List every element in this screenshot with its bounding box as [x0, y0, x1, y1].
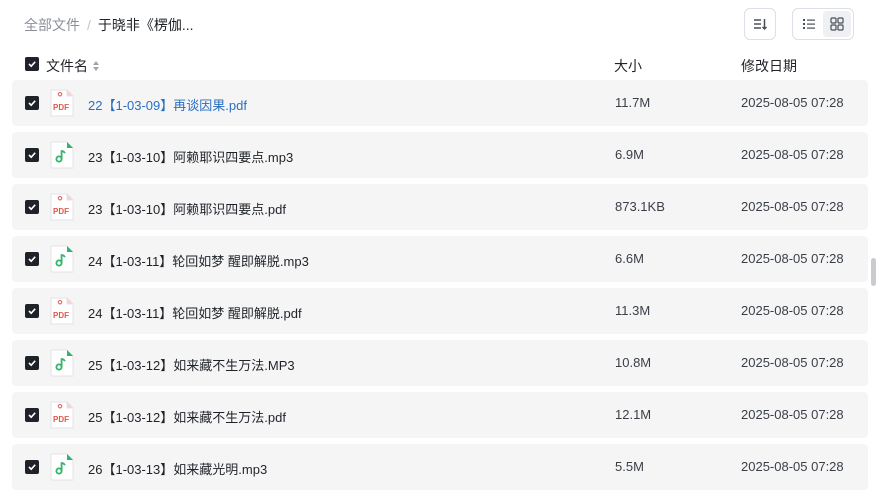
pdf-label: PDF — [53, 207, 69, 216]
file-row[interactable]: PDF 24【1-03-11】轮回如梦 醒即解脱.pdf 11.3M 2025-08-… — [12, 288, 868, 334]
file-name[interactable]: 23【1-03-10】阿赖耶识四要点.mp3 — [88, 147, 293, 166]
select-all-checkbox[interactable] — [25, 57, 39, 71]
column-header-name-label: 文件名 — [46, 58, 88, 74]
list-view-icon — [803, 19, 815, 29]
file-checkbox[interactable] — [25, 96, 39, 110]
breadcrumb-separator: / — [87, 17, 91, 33]
file-name[interactable]: 26【1-03-13】如来藏光明.mp3 — [88, 459, 267, 478]
file-name[interactable]: 22【1-03-09】再谈因果.pdf — [88, 95, 247, 114]
file-size: 6.6M — [615, 251, 644, 266]
grid-view-icon — [830, 17, 844, 31]
file-date: 2025-08-05 07:28 — [741, 199, 844, 214]
scrollbar-thumb[interactable] — [871, 258, 876, 286]
file-row[interactable]: PDF 23【1-03-10】阿赖耶识四要点.pdf 873.1KB 2025-08-… — [12, 184, 868, 230]
file-size: 6.9M — [615, 147, 644, 162]
check-icon — [28, 256, 36, 263]
file-date: 2025-08-05 07:28 — [741, 147, 844, 162]
sort-icon — [754, 19, 768, 31]
file-name[interactable]: 25【1-03-12】如来藏不生万法.pdf — [88, 407, 286, 426]
file-checkbox[interactable] — [25, 356, 39, 370]
check-icon — [28, 152, 36, 159]
file-row[interactable]: 26【1-03-13】如来藏光明.mp3 5.5M 2025-08-05 07:28 — [12, 444, 868, 490]
file-size: 10.8M — [615, 355, 652, 370]
audio-file-icon — [49, 245, 75, 273]
file-checkbox[interactable] — [25, 460, 39, 474]
file-date: 2025-08-05 07:28 — [741, 355, 844, 370]
pdf-label: PDF — [53, 311, 69, 320]
file-size: 12.1M — [615, 407, 652, 422]
file-row[interactable]: 23【1-03-10】阿赖耶识四要点.mp3 6.9M 2025-08-05 07:… — [12, 132, 868, 178]
breadcrumb-root[interactable]: 全部文件 — [24, 15, 80, 35]
file-size: 873.1KB — [615, 199, 665, 214]
view-toggle — [792, 8, 854, 40]
column-header-name[interactable]: 文件名 — [46, 56, 101, 76]
file-date: 2025-08-05 07:28 — [741, 303, 844, 318]
file-name[interactable]: 23【1-03-10】阿赖耶识四要点.pdf — [88, 199, 286, 218]
file-row[interactable]: 25【1-03-12】如来藏不生万法.MP3 10.8M 2025-08-05 07… — [12, 340, 868, 386]
top-bar: 全部文件 / 于晓非《楞伽... — [0, 0, 878, 48]
file-checkbox[interactable] — [25, 408, 39, 422]
file-checkbox[interactable] — [25, 252, 39, 266]
breadcrumb-current: 于晓非《楞伽... — [97, 17, 194, 33]
file-size: 5.5M — [615, 459, 644, 474]
check-icon — [28, 464, 36, 471]
sort-button[interactable] — [744, 8, 776, 40]
pdf-file-icon: PDF — [49, 401, 75, 429]
file-size: 11.3M — [615, 303, 651, 318]
check-icon — [28, 360, 36, 367]
pdf-file-icon: PDF — [49, 297, 75, 325]
column-header-size[interactable]: 大小 — [614, 56, 642, 76]
breadcrumb: 全部文件 / 于晓非《楞伽... — [24, 15, 194, 35]
check-icon — [28, 100, 36, 107]
file-date: 2025-08-05 07:28 — [741, 251, 844, 266]
file-list: PDF 22【1-03-09】再谈因果.pdf 11.7M 2025-08-05 07… — [12, 80, 868, 495]
file-date: 2025-08-05 07:28 — [741, 95, 844, 110]
file-size: 11.7M — [615, 95, 651, 110]
check-icon — [28, 308, 36, 315]
sort-arrows-icon — [93, 61, 99, 71]
check-icon — [28, 61, 36, 68]
pdf-file-icon: PDF — [49, 193, 75, 221]
file-row[interactable]: PDF 22【1-03-09】再谈因果.pdf 11.7M 2025-08-05 07… — [12, 80, 868, 126]
file-name[interactable]: 24【1-03-11】轮回如梦 醒即解脱.pdf — [88, 303, 302, 322]
list-header: 文件名 大小 修改日期 — [12, 50, 868, 78]
file-name[interactable]: 24【1-03-11】轮回如梦 醒即解脱.mp3 — [88, 251, 309, 270]
list-view-button[interactable] — [795, 11, 823, 37]
check-icon — [28, 204, 36, 211]
column-header-date[interactable]: 修改日期 — [741, 56, 797, 76]
file-date: 2025-08-05 07:28 — [741, 459, 844, 474]
file-row[interactable]: PDF 25【1-03-12】如来藏不生万法.pdf 12.1M 2025-08-05… — [12, 392, 868, 438]
file-row[interactable]: 24【1-03-11】轮回如梦 醒即解脱.mp3 6.6M 2025-08-05 0… — [12, 236, 868, 282]
check-icon — [28, 412, 36, 419]
file-checkbox[interactable] — [25, 304, 39, 318]
pdf-file-icon: PDF — [49, 89, 75, 117]
file-checkbox[interactable] — [25, 148, 39, 162]
audio-file-icon — [49, 453, 75, 481]
pdf-label: PDF — [53, 415, 69, 424]
audio-file-icon — [49, 141, 75, 169]
pdf-label: PDF — [53, 103, 69, 112]
file-date: 2025-08-05 07:28 — [741, 407, 844, 422]
grid-view-button[interactable] — [823, 11, 851, 37]
file-name[interactable]: 25【1-03-12】如来藏不生万法.MP3 — [88, 355, 295, 374]
audio-file-icon — [49, 349, 75, 377]
file-checkbox[interactable] — [25, 200, 39, 214]
